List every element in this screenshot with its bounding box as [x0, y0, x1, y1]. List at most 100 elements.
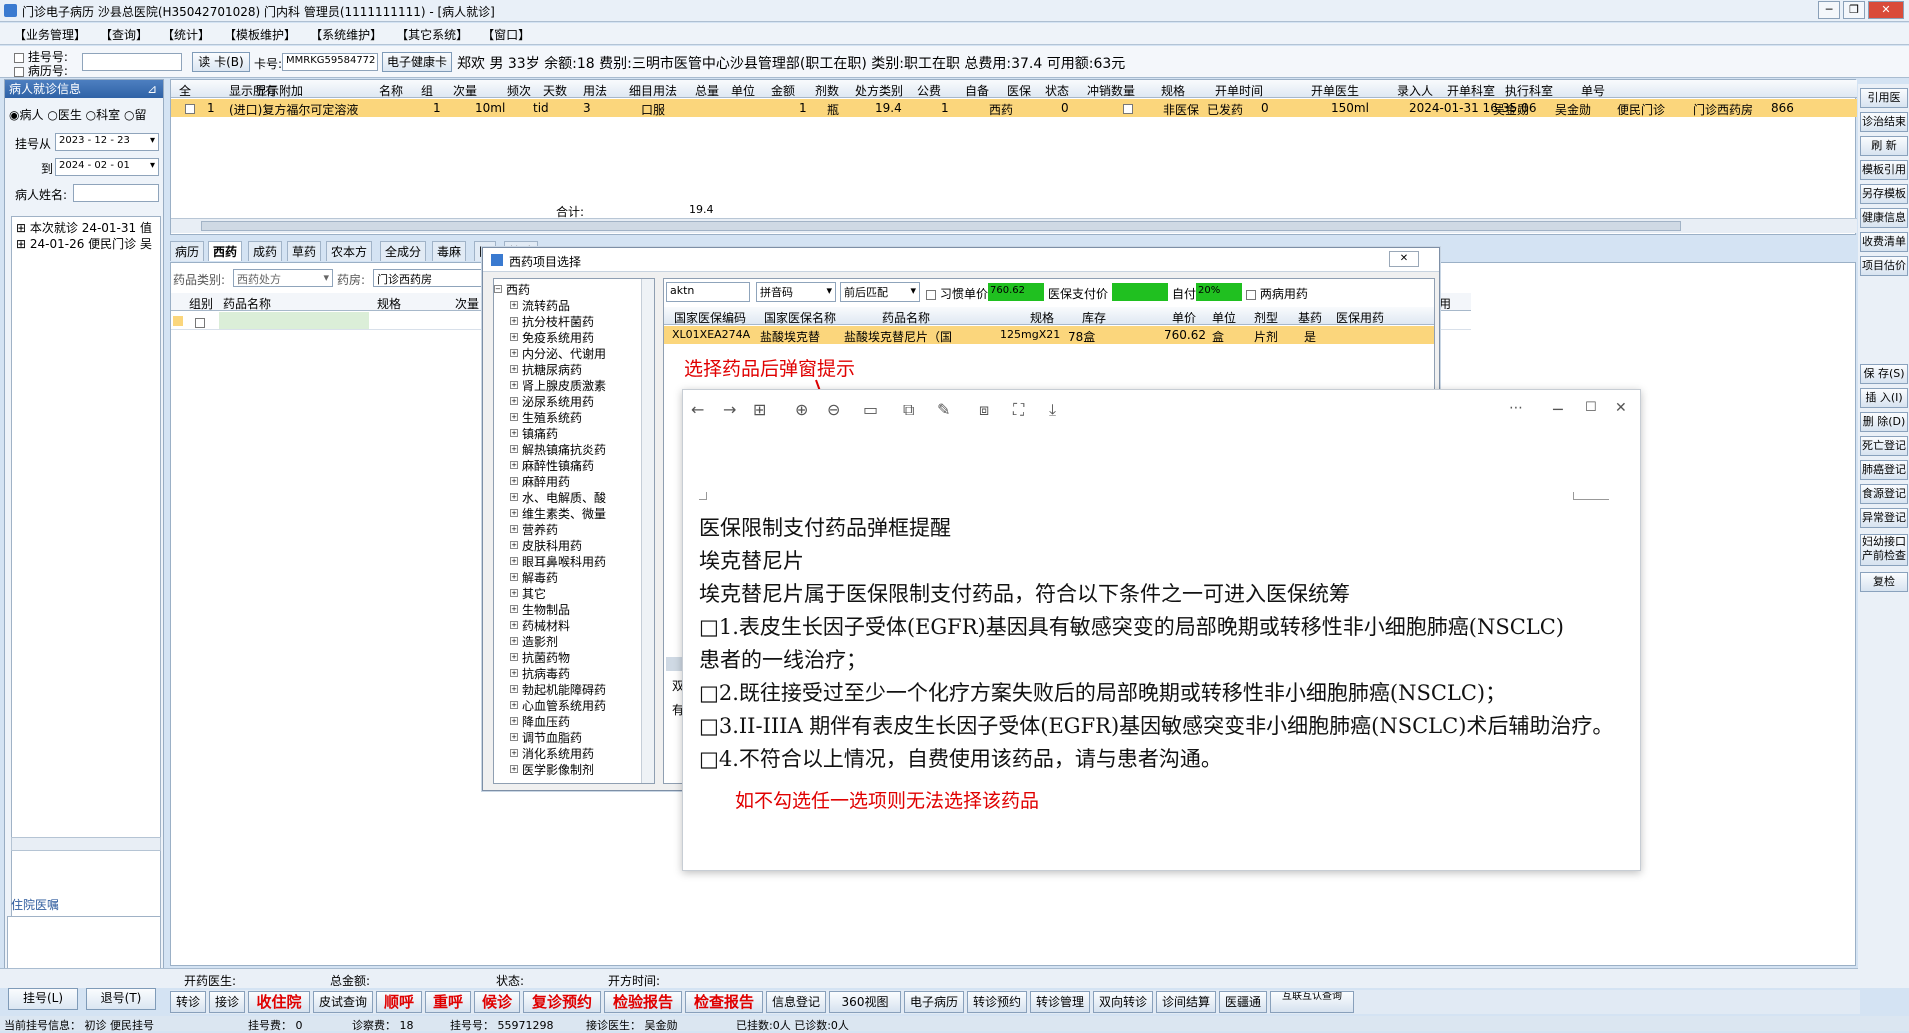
toolbar-icon[interactable]: ⛶	[1013, 400, 1024, 420]
tree-item-previous-visit[interactable]: ⊞ 24-01-26 便民门诊 吴	[16, 235, 152, 252]
expand-icon[interactable]: +	[510, 541, 518, 549]
read-card-button[interactable]: 读 卡(B)	[192, 52, 250, 72]
action-button[interactable]: 转诊管理	[1030, 991, 1090, 1013]
to-date-picker[interactable]: 2024 - 02 - 01 ▾	[55, 158, 159, 176]
tree-item[interactable]: + 肾上腺皮质激素	[510, 377, 606, 394]
close-button[interactable]: ✕	[1868, 1, 1904, 19]
tree-item[interactable]: + 免疫系统用药	[510, 329, 594, 346]
from-date-picker[interactable]: 2023 - 12 - 23 ▾	[55, 133, 159, 151]
menu-item[interactable]: 【统计】	[162, 26, 210, 43]
side-button[interactable]: 诊治结束	[1860, 112, 1908, 132]
toolbar-icon[interactable]: ▭	[863, 400, 878, 419]
pinyin-select[interactable]: 拼音码 ▾	[756, 282, 836, 302]
more-icon[interactable]: ⋯	[1509, 400, 1523, 416]
tree-root[interactable]: − 西药	[494, 281, 530, 298]
tab-5[interactable]: 全成分	[380, 241, 427, 261]
action-button[interactable]: 转诊	[170, 991, 206, 1013]
tree-item[interactable]: + 流转药品	[510, 297, 570, 314]
expand-icon[interactable]: +	[510, 653, 518, 661]
tree-item[interactable]: + 泌尿系统用药	[510, 393, 594, 410]
expand-icon[interactable]: +	[510, 477, 518, 485]
tree-item[interactable]: + 抗分枝杆菌药	[510, 313, 594, 330]
tree-item[interactable]: + 抗病毒药	[510, 665, 570, 682]
tree-vertical-scrollbar[interactable]	[641, 279, 654, 783]
radio-stay[interactable]: ○留	[124, 108, 147, 122]
menu-item[interactable]: 【查询】	[100, 26, 148, 43]
scroll-arrow[interactable]	[666, 657, 682, 671]
reg-no-input[interactable]	[82, 53, 182, 71]
expand-icon[interactable]: +	[510, 349, 518, 357]
pharmacy-select[interactable]: 门诊西药房	[373, 269, 483, 287]
expand-icon[interactable]: +	[510, 317, 518, 325]
health-card-button[interactable]: 电子健康卡	[382, 52, 452, 72]
action-button[interactable]: 互联互认查询	[1270, 991, 1354, 1013]
action-button[interactable]: 候诊	[474, 991, 520, 1013]
match-mode-select[interactable]: 前后匹配 ▾	[840, 282, 920, 302]
side-button[interactable]: 模板引用	[1860, 160, 1908, 180]
tree-item[interactable]: + 消化系统用药	[510, 745, 594, 762]
tree-item[interactable]: + 抗糖尿病药	[510, 361, 582, 378]
expand-icon[interactable]: +	[510, 333, 518, 341]
side-button[interactable]: 复检	[1860, 572, 1908, 592]
cancel-register-button[interactable]: 退号(T)	[86, 988, 156, 1010]
maximize-icon[interactable]: ☐	[1585, 400, 1597, 415]
expand-icon[interactable]: +	[510, 413, 518, 421]
toolbar-icon[interactable]: ⧉	[903, 400, 914, 420]
expand-icon[interactable]: +	[510, 621, 518, 629]
tree-item[interactable]: + 维生素类、微量	[510, 505, 606, 522]
side-button[interactable]: 食源登记	[1860, 484, 1908, 504]
tree-item[interactable]: + 镇痛药	[510, 425, 558, 442]
action-button[interactable]: 检查报告	[685, 991, 763, 1013]
tree-item[interactable]: + 麻醉性镇痛药	[510, 457, 594, 474]
expand-icon[interactable]: +	[510, 525, 518, 533]
tab-3[interactable]: 草药	[287, 241, 322, 261]
pin-icon[interactable]: ⊿	[147, 80, 157, 98]
drug-category-select[interactable]: 西药处方 ▾	[233, 269, 333, 287]
radio-patient[interactable]: ◉病人	[9, 108, 44, 122]
tree-item-current-visit[interactable]: ⊞ 本次就诊 24-01-31 值	[16, 219, 152, 236]
action-button[interactable]: 收住院	[248, 991, 310, 1013]
tree-item[interactable]: + 内分泌、代谢用	[510, 345, 606, 362]
side-button[interactable]: 保 存(S)	[1860, 364, 1908, 384]
restore-button[interactable]: ❐	[1843, 1, 1865, 19]
horizontal-scrollbar[interactable]	[11, 837, 161, 851]
toolbar-icon[interactable]: ⊖	[827, 400, 840, 419]
action-button[interactable]: 重呼	[425, 991, 471, 1013]
expand-icon[interactable]: +	[510, 701, 518, 709]
side-button[interactable]: 另存模板	[1860, 184, 1908, 204]
horizontal-scrollbar[interactable]	[171, 218, 1857, 233]
tree-item[interactable]: + 勃起机能障碍药	[510, 681, 606, 698]
action-button[interactable]: 复诊预约	[523, 991, 601, 1013]
tree-item[interactable]: + 药械材料	[510, 617, 570, 634]
expand-icon[interactable]: +	[510, 445, 518, 453]
menu-item[interactable]: 【其它系统】	[396, 26, 468, 43]
close-icon[interactable]: ✕	[1615, 400, 1627, 416]
toolbar-icon[interactable]: ←	[691, 400, 704, 419]
minimize-icon[interactable]: ─	[1553, 400, 1563, 419]
expand-icon[interactable]: +	[510, 717, 518, 725]
table-row[interactable]: 1 (进口)复方福尔可定溶液 1 10ml tid 3 口服 1 瓶 19.4 1 西药 0 非医保 已发药…	[171, 99, 1857, 117]
toolbar-icon[interactable]: ⧈	[979, 400, 989, 420]
tree-item[interactable]: + 麻醉用药	[510, 473, 570, 490]
two-disease-checkbox[interactable]: 两病用药	[1246, 285, 1308, 302]
radio-dept[interactable]: ○科室	[86, 108, 121, 122]
side-button[interactable]: 肺癌登记	[1860, 460, 1908, 480]
expand-icon[interactable]: +	[510, 461, 518, 469]
menu-item[interactable]: 【模板维护】	[224, 26, 296, 43]
card-no-input[interactable]: MMRKG59584772	[282, 53, 378, 71]
expand-icon[interactable]: +	[510, 589, 518, 597]
case-no-checkbox[interactable]	[14, 66, 24, 77]
radio-doctor[interactable]: ○医生	[47, 108, 82, 122]
side-button[interactable]: 健康信息	[1860, 208, 1908, 228]
expand-icon[interactable]: +	[510, 573, 518, 581]
expand-icon[interactable]: +	[510, 381, 518, 389]
side-button[interactable]: 异常登记	[1860, 508, 1908, 528]
menu-item[interactable]: 【业务管理】	[14, 26, 86, 43]
table-row[interactable]: XL01XEA274A 盐酸埃克替 盐酸埃克替尼片（国 125mgX21 78盒 760.…	[664, 326, 1434, 344]
action-button[interactable]: 检验报告	[604, 991, 682, 1013]
toolbar-icon[interactable]: ⊞	[753, 400, 766, 419]
tree-item[interactable]: + 医学影像制剂	[510, 761, 594, 778]
action-button[interactable]: 顺呼	[376, 991, 422, 1013]
expand-icon[interactable]: +	[510, 685, 518, 693]
tree-item[interactable]: + 降血压药	[510, 713, 570, 730]
